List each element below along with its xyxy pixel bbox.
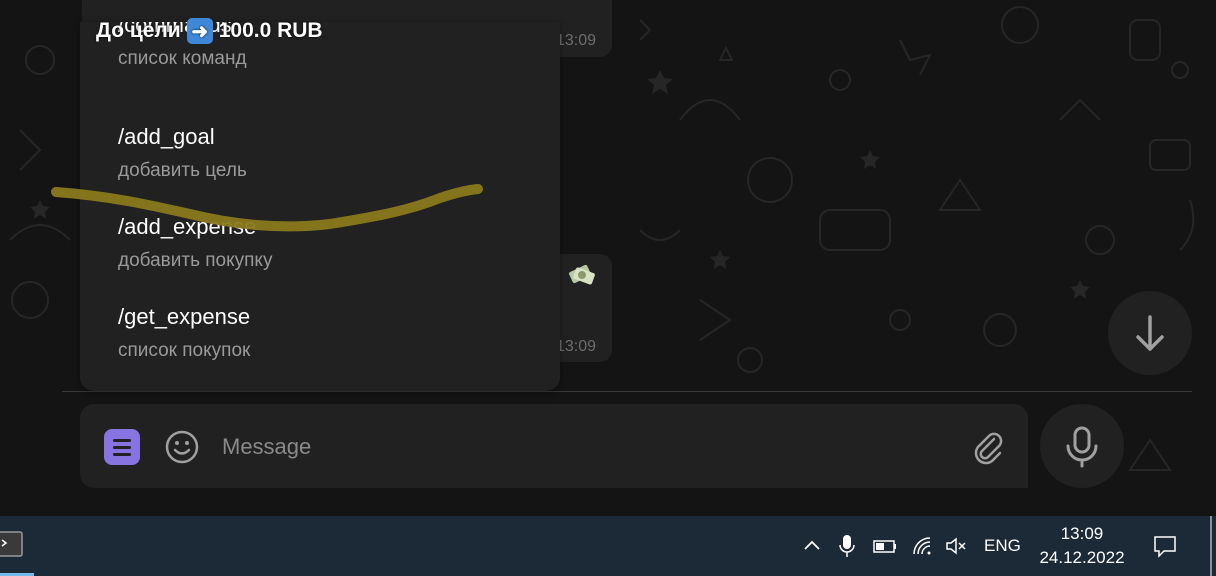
chat-background: 13:09 13:09 /commands список команд /add… bbox=[0, 0, 1216, 516]
taskbar: ENG 13:09 24.12.2022 bbox=[0, 516, 1216, 576]
language-label: ENG bbox=[984, 536, 1021, 555]
paperclip-icon bbox=[974, 432, 1003, 465]
message-input[interactable] bbox=[222, 428, 952, 466]
notifications-button[interactable] bbox=[1152, 516, 1178, 576]
arrow-down-icon bbox=[1136, 315, 1164, 351]
command-item[interactable]: /add_goal добавить цель bbox=[80, 112, 560, 202]
command-description: добавить покупку bbox=[118, 250, 273, 271]
command-description: добавить цель bbox=[118, 160, 247, 181]
goal-amount: 100.0 RUB bbox=[218, 19, 323, 42]
command-name: /add_expense bbox=[118, 214, 257, 239]
scroll-down-button[interactable] bbox=[1108, 291, 1192, 375]
clock-date: 24.12.2022 bbox=[1039, 548, 1125, 567]
command-name: /get_expense bbox=[118, 304, 251, 329]
volume-tray-button[interactable] bbox=[944, 516, 968, 576]
show-hidden-icons-button[interactable] bbox=[800, 516, 824, 576]
goal-header: До цели ➜ 100.0 RUB bbox=[96, 18, 323, 44]
battery-tray-button[interactable] bbox=[872, 516, 898, 576]
language-indicator[interactable]: ENG bbox=[984, 516, 1021, 576]
goal-prefix: До цели bbox=[96, 19, 181, 42]
microphone-tray-button[interactable] bbox=[836, 516, 858, 576]
emoji-button[interactable] bbox=[164, 429, 200, 465]
notification-icon bbox=[1154, 536, 1176, 558]
terminal-app-icon[interactable] bbox=[0, 530, 24, 558]
wifi-icon bbox=[913, 537, 931, 555]
wifi-tray-button[interactable] bbox=[910, 516, 934, 576]
show-desktop-edge[interactable] bbox=[1210, 516, 1212, 576]
command-item[interactable]: /get_expense список покупок bbox=[80, 292, 560, 382]
command-item[interactable]: /add_expense добавить покупку bbox=[80, 202, 560, 292]
command-name: /add_goal bbox=[118, 124, 215, 149]
message-time: 13:09 bbox=[556, 338, 597, 355]
clock[interactable]: 13:09 24.12.2022 bbox=[1030, 522, 1134, 570]
battery-icon bbox=[873, 540, 896, 553]
chevron-up-icon bbox=[804, 540, 820, 550]
voice-record-button[interactable] bbox=[1040, 404, 1124, 488]
message-composer bbox=[80, 404, 1028, 488]
volume-muted-icon bbox=[946, 537, 966, 555]
clock-time: 13:09 bbox=[1060, 524, 1104, 543]
smile-icon bbox=[165, 430, 199, 464]
money-emoji-icon bbox=[566, 260, 598, 295]
attach-button[interactable] bbox=[970, 429, 1006, 465]
message-time: 13:09 bbox=[556, 32, 597, 49]
microphone-icon bbox=[839, 535, 855, 557]
bot-commands-menu: /commands список команд /add_goal добави… bbox=[80, 22, 560, 391]
microphone-icon bbox=[1066, 426, 1098, 468]
command-description: список команд bbox=[118, 48, 247, 69]
command-description: список покупок bbox=[118, 340, 251, 361]
right-arrow-emoji-icon: ➜ bbox=[186, 18, 213, 44]
divider bbox=[62, 391, 1192, 392]
bot-menu-button[interactable] bbox=[104, 429, 140, 465]
